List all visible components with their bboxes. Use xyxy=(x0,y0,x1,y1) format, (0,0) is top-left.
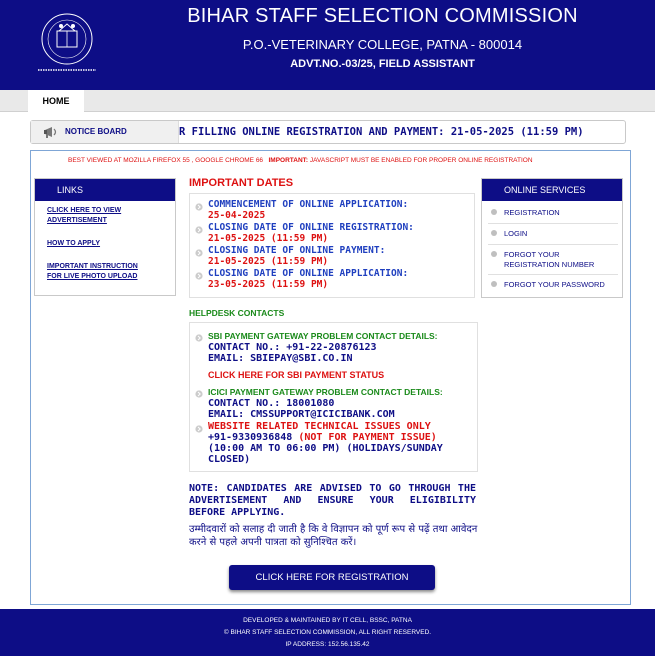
site-address: P.O.-VETERINARY COLLEGE, PATNA - 800014 xyxy=(242,37,523,52)
live-photo-instruction-link[interactable]: IMPORTANT INSTRUCTION FOR LIVE PHOTO UPL… xyxy=(47,262,172,282)
notice-board: NOTICE BOARD R FILLING ONLINE REGISTRATI… xyxy=(30,120,626,144)
registration-link[interactable]: REGISTRATION xyxy=(491,208,619,218)
arrow-circle-icon xyxy=(195,334,203,342)
icici-contact-number: CONTACT NO.: 18001080 xyxy=(208,398,335,409)
date-label: CLOSING DATE OF ONLINE PAYMENT: xyxy=(208,245,386,256)
service-label: REGISTRATION NUMBER xyxy=(504,260,595,269)
notice-board-title: NOTICE BOARD xyxy=(65,127,127,136)
eligibility-note-hindi: उम्मीदवारों को सलाह दी जाती है कि वे विज… xyxy=(189,524,478,548)
nav-home[interactable]: HOME xyxy=(28,90,84,112)
forgot-password-link[interactable]: FORGOT YOUR PASSWORD xyxy=(491,280,619,290)
sbi-contact-number: CONTACT NO.: +91-22-20876123 xyxy=(208,342,377,353)
arrow-circle-icon xyxy=(195,226,203,234)
browser-note-text: BEST VIEWED AT MOZILLA FIREFOX 55 , GOOG… xyxy=(68,157,264,164)
advertisement-number: ADVT.NO.-03/25, FIELD ASSISTANT xyxy=(290,58,475,70)
link-label-line: ADVERTISEMENT xyxy=(47,217,107,224)
arrow-circle-icon xyxy=(195,425,203,433)
arrow-circle-icon xyxy=(195,203,203,211)
divider xyxy=(488,223,618,224)
tech-support-title: WEBSITE RELATED TECHNICAL ISSUES ONLY xyxy=(208,421,431,432)
date-label: COMMENCEMENT OF ONLINE APPLICATION: xyxy=(208,199,409,210)
tech-support-hours: (10:00 AM TO 06:00 PM) (HOLIDAYS/SUNDAY xyxy=(208,443,443,454)
notice-marquee[interactable]: R FILLING ONLINE REGISTRATION AND PAYMEN… xyxy=(179,121,623,143)
sbi-payment-status-link[interactable]: CLICK HERE FOR SBI PAYMENT STATUS xyxy=(208,370,384,380)
divider xyxy=(488,244,618,245)
links-panel: LINKS CLICK HERE TO VIEW ADVERTISEMENT H… xyxy=(34,178,176,296)
icici-gateway-title: ICICI PAYMENT GATEWAY PROBLEM CONTACT DE… xyxy=(208,387,443,397)
link-label-line: CLICK HERE TO VIEW xyxy=(47,207,122,214)
date-value: 25-04-2025 xyxy=(208,210,266,221)
online-services-title: ONLINE SERVICES xyxy=(482,179,622,201)
main-nav: HOME xyxy=(0,90,655,112)
bullet-icon xyxy=(491,230,497,236)
divider xyxy=(488,274,618,275)
date-label: CLOSING DATE OF ONLINE REGISTRATION: xyxy=(208,222,414,233)
links-title: LINKS xyxy=(35,179,175,201)
bssc-emblem-icon xyxy=(38,13,96,71)
footer-developer: DEVELOPED & MAINTAINED BY IT CELL, BSSC,… xyxy=(243,617,412,624)
arrow-circle-icon xyxy=(195,390,203,398)
tech-support-hours-cont: CLOSED) xyxy=(208,454,251,465)
service-label: LOGIN xyxy=(504,229,528,238)
bullet-icon xyxy=(491,281,497,287)
eligibility-note: NOTE: CANDIDATES ARE ADVISED TO GO THROU… xyxy=(189,483,476,518)
how-to-apply-link[interactable]: HOW TO APPLY xyxy=(47,239,172,249)
date-label: CLOSING DATE OF ONLINE APPLICATION: xyxy=(208,268,409,279)
important-dates-title: IMPORTANT DATES xyxy=(189,177,294,189)
service-label: FORGOT YOUR xyxy=(504,250,560,259)
browser-recommendation: BEST VIEWED AT MOZILLA FIREFOX 55 , GOOG… xyxy=(68,157,533,164)
sbi-gateway-title: SBI PAYMENT GATEWAY PROBLEM CONTACT DETA… xyxy=(208,331,438,341)
link-label-line: HOW TO APPLY xyxy=(47,240,101,247)
notice-scroll-text: R FILLING ONLINE REGISTRATION AND PAYMEN… xyxy=(179,126,584,138)
footer-ip-address: IP ADDRESS: 152.56.135.42 xyxy=(285,641,370,648)
date-value: 23-05-2025 (11:59 PM) xyxy=(208,279,329,290)
megaphone-icon xyxy=(44,127,57,138)
view-advertisement-link[interactable]: CLICK HERE TO VIEW ADVERTISEMENT xyxy=(47,206,172,226)
sbi-email: EMAIL: SBIEPAY@SBI.CO.IN xyxy=(208,353,353,364)
helpdesk-title: HELPDESK CONTACTS xyxy=(189,308,285,318)
arrow-circle-icon xyxy=(195,249,203,257)
link-label-line: FOR LIVE PHOTO UPLOAD xyxy=(47,273,138,280)
browser-note-important-text: JAVASCRIPT MUST BE ENABLED FOR PROPER ON… xyxy=(309,157,533,164)
login-link[interactable]: LOGIN xyxy=(491,229,619,239)
bullet-icon xyxy=(491,251,497,257)
service-label: FORGOT YOUR PASSWORD xyxy=(504,280,605,289)
online-services-panel: ONLINE SERVICES REGISTRATION LOGIN FORGO… xyxy=(481,178,623,298)
tech-support-note: (NOT FOR PAYMENT ISSUE) xyxy=(292,432,437,443)
date-value: 21-05-2025 (11:59 PM) xyxy=(208,256,329,267)
service-label: REGISTRATION xyxy=(504,208,560,217)
notice-board-label-box: NOTICE BOARD xyxy=(31,121,179,143)
site-title: BIHAR STAFF SELECTION COMMISSION xyxy=(187,5,578,27)
forgot-registration-number-link[interactable]: FORGOT YOUR REGISTRATION NUMBER xyxy=(491,250,619,270)
tech-support-phone-line: +91-9330936848 (NOT FOR PAYMENT ISSUE) xyxy=(208,432,437,443)
icici-email: EMAIL: CMSSUPPORT@ICICIBANK.COM xyxy=(208,409,395,420)
registration-button[interactable]: CLICK HERE FOR REGISTRATION xyxy=(229,565,435,590)
site-footer: DEVELOPED & MAINTAINED BY IT CELL, BSSC,… xyxy=(0,609,655,656)
bullet-icon xyxy=(491,209,497,215)
tech-support-phone: +91-9330936848 xyxy=(208,432,293,443)
footer-copyright: © BIHAR STAFF SELECTION COMMISSION, ALL … xyxy=(223,629,432,636)
site-header: BIHAR STAFF SELECTION COMMISSION P.O.-VE… xyxy=(0,0,655,90)
helpdesk-box: SBI PAYMENT GATEWAY PROBLEM CONTACT DETA… xyxy=(189,322,478,472)
important-dates-box: COMMENCEMENT OF ONLINE APPLICATION: 25-0… xyxy=(189,193,475,298)
link-label-line: IMPORTANT INSTRUCTION xyxy=(47,263,138,270)
date-value: 21-05-2025 (11:59 PM) xyxy=(208,233,329,244)
browser-note-important-label: IMPORTANT: xyxy=(268,157,309,164)
arrow-circle-icon xyxy=(195,272,203,280)
